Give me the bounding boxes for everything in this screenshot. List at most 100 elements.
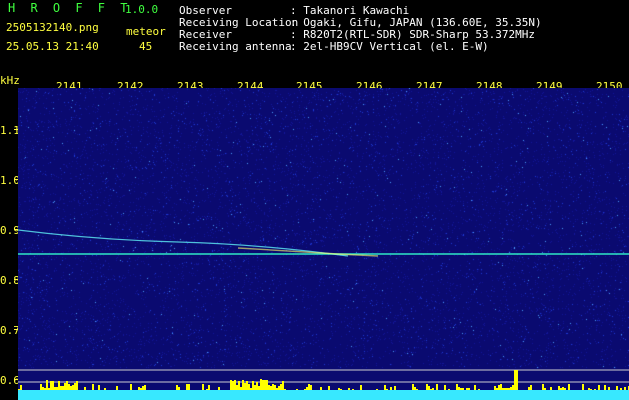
echo-bar bbox=[588, 388, 590, 390]
echo-bar bbox=[390, 387, 392, 390]
echo-bar bbox=[92, 384, 94, 390]
echo-bar bbox=[432, 388, 434, 390]
echo-bar bbox=[474, 385, 476, 390]
echo-bar bbox=[500, 384, 502, 390]
echo-bar bbox=[510, 387, 512, 390]
app-name: H R O F F T bbox=[8, 1, 132, 15]
echo-bar bbox=[414, 387, 416, 390]
echo-bar bbox=[242, 380, 244, 390]
echo-bar bbox=[496, 388, 498, 390]
echo-bar bbox=[230, 380, 232, 390]
echo-bar bbox=[186, 384, 188, 390]
echo-bar bbox=[64, 383, 66, 390]
echo-bar bbox=[514, 370, 516, 390]
echo-bar bbox=[530, 385, 532, 390]
echo-bar bbox=[308, 384, 310, 390]
echo-bar bbox=[50, 381, 52, 390]
echo-bar bbox=[282, 381, 284, 390]
echo-bar bbox=[138, 387, 140, 390]
y-tick-mark bbox=[14, 279, 18, 280]
echo-bar bbox=[244, 383, 246, 390]
echo-bar bbox=[264, 380, 266, 390]
echo-bar bbox=[206, 389, 208, 390]
echo-bar bbox=[42, 387, 44, 390]
echo-bar bbox=[624, 387, 626, 390]
echo-bar bbox=[462, 388, 464, 390]
echo-bar bbox=[458, 387, 460, 390]
echo-bar bbox=[360, 385, 362, 390]
echo-bar bbox=[544, 388, 546, 390]
echo-bar bbox=[512, 385, 514, 390]
echo-bar bbox=[506, 388, 508, 390]
echo-bar bbox=[504, 388, 506, 390]
echo-bar bbox=[208, 385, 210, 390]
echo-bar bbox=[494, 386, 496, 390]
echo-bar bbox=[352, 389, 354, 390]
echo-bar bbox=[254, 385, 256, 390]
echo-bar bbox=[276, 388, 278, 390]
y-tick-mark bbox=[14, 179, 18, 180]
echo-bar bbox=[48, 388, 50, 390]
meteor-count: 45 bbox=[139, 40, 153, 53]
echo-bar bbox=[608, 387, 610, 390]
echo-bar bbox=[240, 387, 242, 390]
echo-bar bbox=[20, 385, 22, 390]
echo-bar bbox=[58, 381, 60, 390]
echo-bar bbox=[468, 388, 470, 390]
echo-bar bbox=[202, 384, 204, 390]
echo-bar bbox=[416, 389, 418, 390]
file-name: 2505132140.png bbox=[6, 21, 99, 34]
echo-bar bbox=[296, 389, 298, 390]
echo-bar bbox=[62, 386, 64, 390]
echo-bar bbox=[74, 383, 76, 390]
echo-bar bbox=[44, 388, 46, 390]
echo-bar bbox=[268, 385, 270, 390]
echo-bar bbox=[104, 388, 106, 390]
echo-bar bbox=[412, 384, 414, 390]
y-tick-mark bbox=[14, 379, 18, 380]
echo-bar bbox=[594, 389, 596, 390]
y-tick-mark bbox=[14, 229, 18, 230]
echo-bar bbox=[306, 387, 308, 390]
echo-bar bbox=[266, 380, 268, 390]
echo-bar bbox=[478, 389, 480, 390]
echo-bar bbox=[562, 387, 564, 390]
echo-bar bbox=[278, 386, 280, 390]
echo-bar bbox=[72, 385, 74, 390]
echo-bar bbox=[188, 384, 190, 390]
echo-bar bbox=[54, 387, 56, 390]
meteor-label: meteor bbox=[126, 25, 166, 38]
y-tick-mark bbox=[14, 129, 18, 130]
antenna-value: : 2el-HB9CV Vertical (el. E-W) bbox=[290, 40, 489, 53]
date-time: 25.05.13 21:40 bbox=[6, 40, 99, 53]
echo-bar bbox=[338, 388, 340, 390]
y-tick-label: 0.6 bbox=[0, 374, 20, 387]
echo-bar bbox=[384, 385, 386, 390]
echo-bar bbox=[250, 388, 252, 390]
echo-bar bbox=[444, 385, 446, 390]
echo-bar bbox=[386, 389, 388, 390]
echo-bar bbox=[582, 384, 584, 390]
echo-bar bbox=[456, 384, 458, 390]
echo-bar bbox=[448, 389, 450, 390]
header-panel: H R O F F T 1.0.0 2505132140.png meteor … bbox=[0, 0, 629, 75]
echo-bar bbox=[236, 385, 238, 390]
echo-bar bbox=[426, 384, 428, 390]
echo-bar bbox=[98, 385, 100, 390]
y-tick-mark bbox=[14, 329, 18, 330]
echo-bar bbox=[84, 387, 86, 390]
echo-bar bbox=[256, 382, 258, 390]
echo-bar bbox=[348, 388, 350, 390]
echo-bar bbox=[76, 381, 78, 390]
echo-bar bbox=[60, 386, 62, 390]
y-tick-label: 0.8 bbox=[0, 274, 20, 287]
echo-bar bbox=[274, 385, 276, 390]
echo-bar bbox=[258, 386, 260, 390]
spectrogram-waterfall bbox=[18, 88, 629, 400]
echo-bar bbox=[270, 386, 272, 390]
echo-bar bbox=[238, 381, 240, 390]
echo-bar bbox=[40, 384, 42, 390]
echo-bar bbox=[46, 380, 48, 390]
echo-bar bbox=[56, 387, 58, 390]
echo-bar bbox=[144, 385, 146, 390]
